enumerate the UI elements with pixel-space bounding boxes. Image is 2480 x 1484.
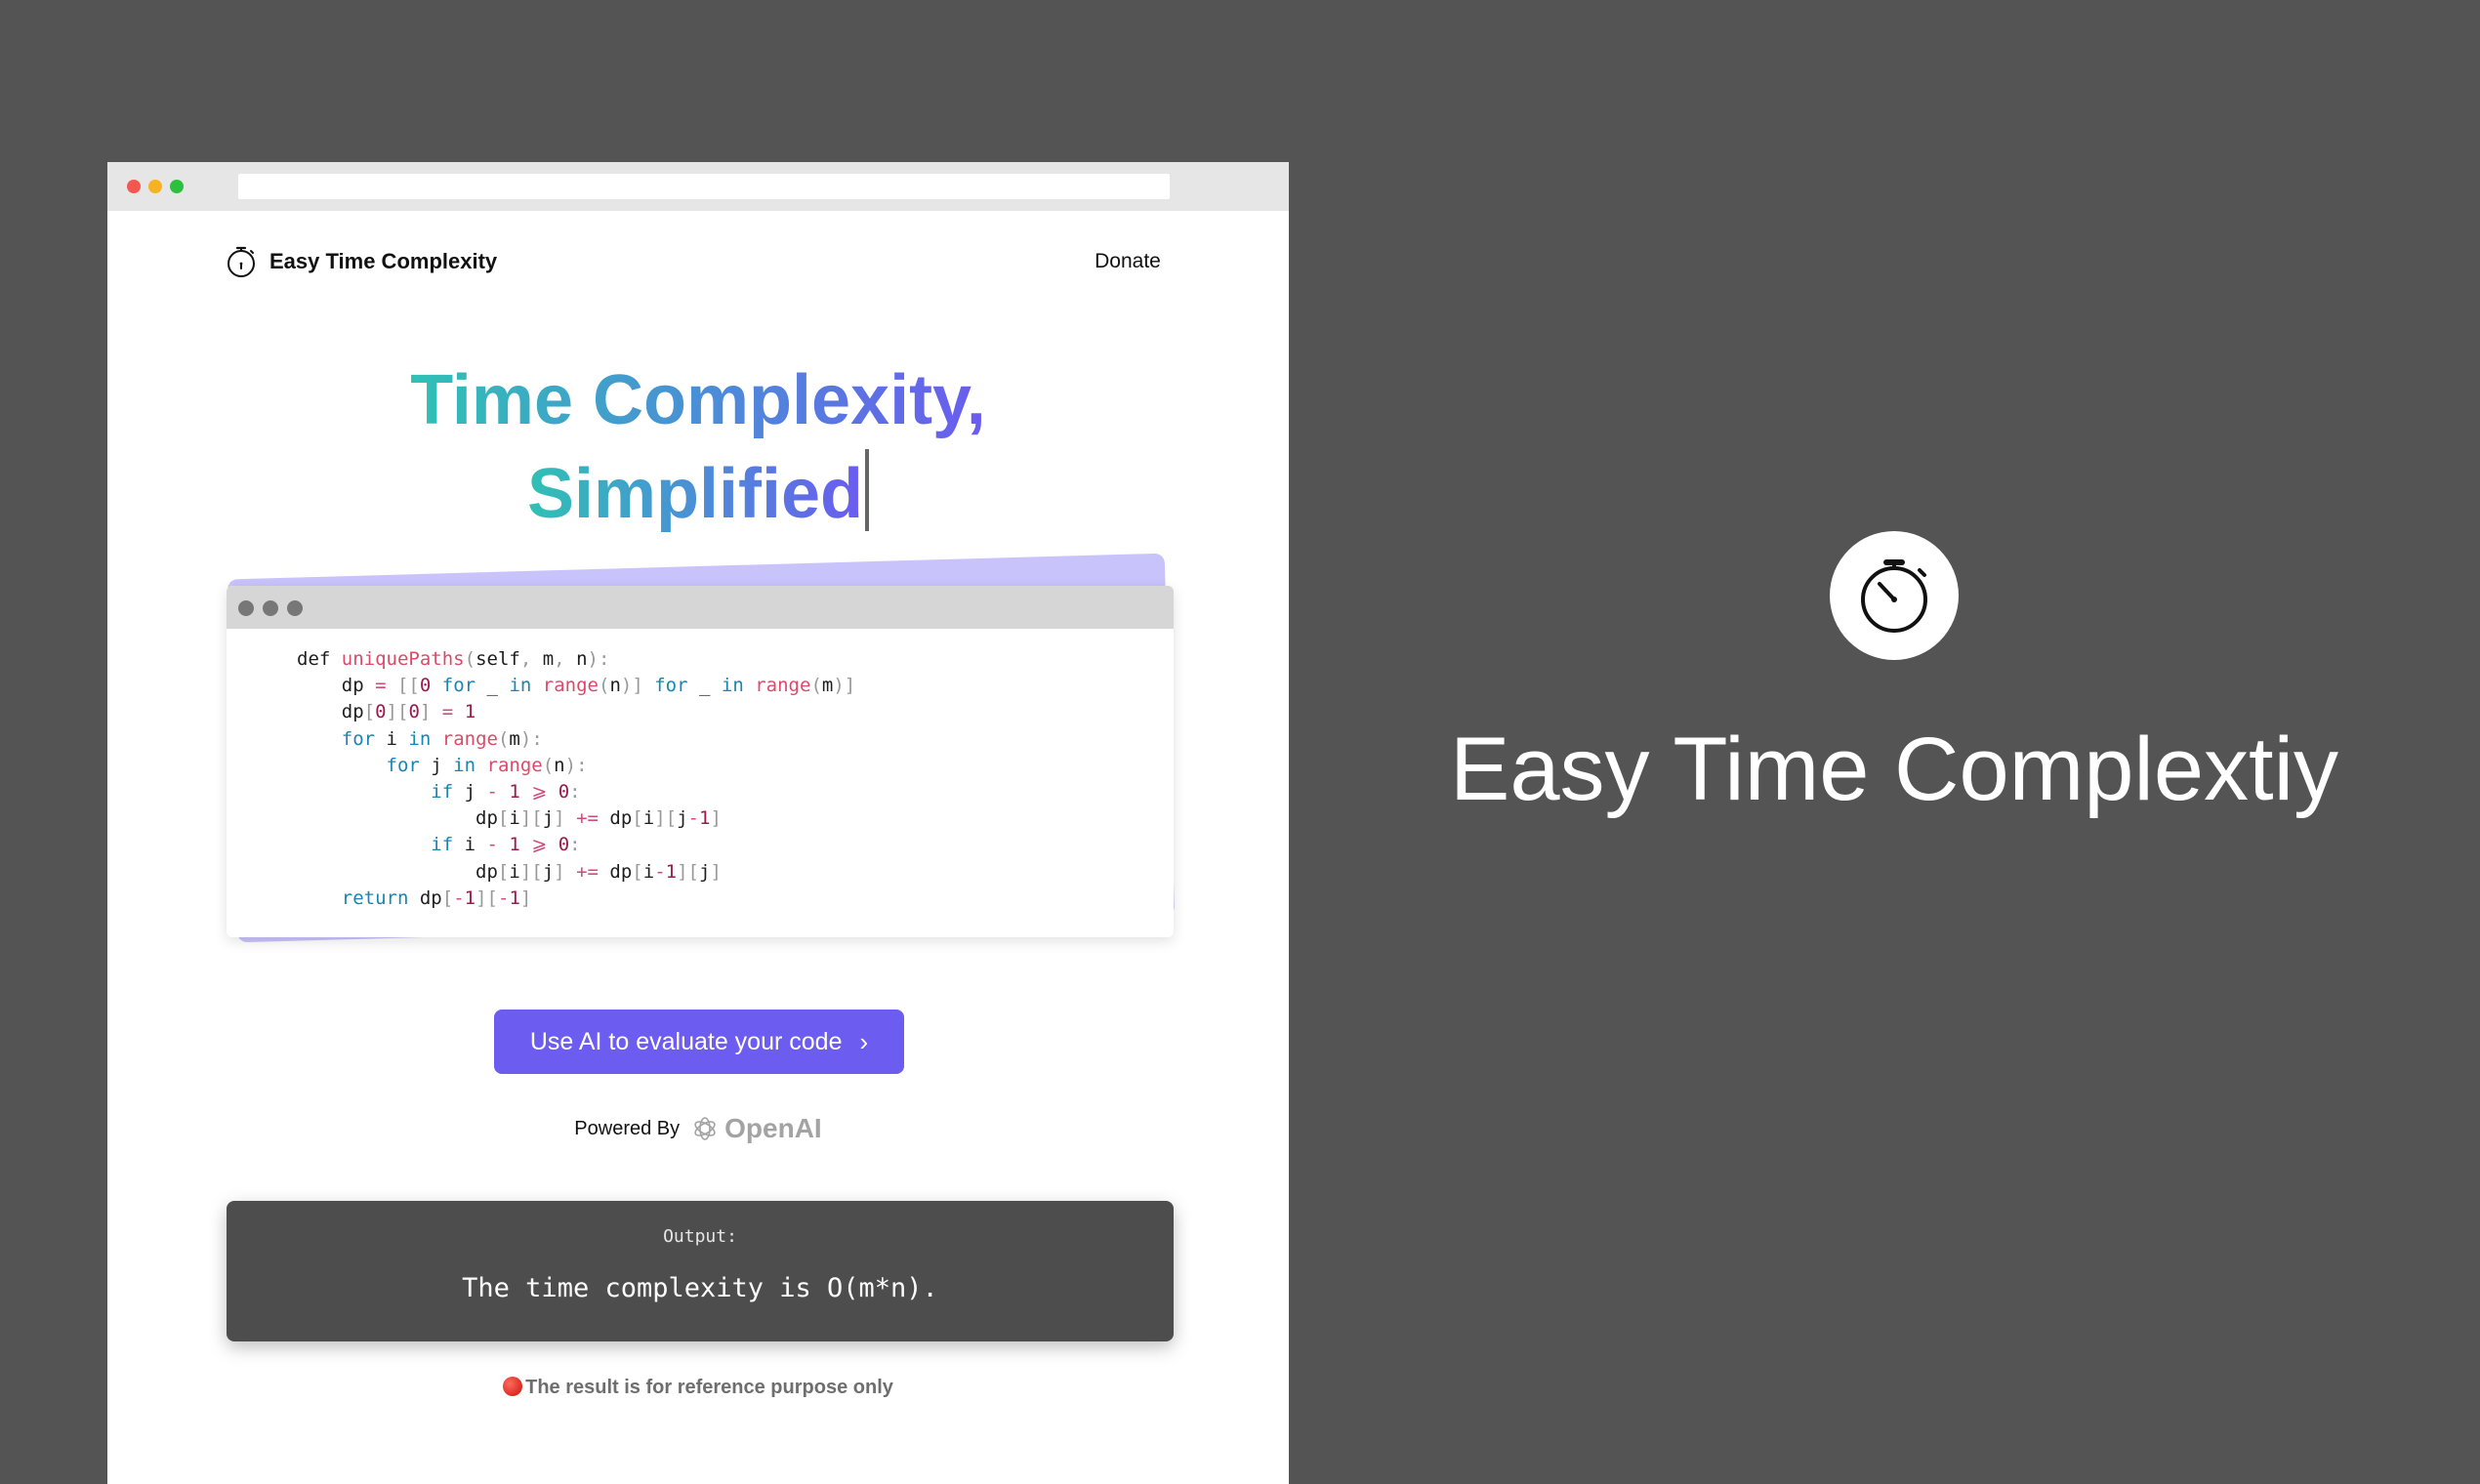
output-result: The time complexity is O(m*n). xyxy=(462,1273,938,1303)
powered-by-label: Powered By xyxy=(574,1117,681,1139)
editor-dot xyxy=(238,600,254,616)
address-bar[interactable] xyxy=(238,174,1170,199)
maximize-window-button[interactable] xyxy=(170,180,184,193)
site-brand[interactable]: Easy Time Complexity xyxy=(269,248,497,275)
code-input[interactable]: def uniquePaths(self, m, n): dp = [[0 fo… xyxy=(297,646,855,912)
hero-title-line-2: Simplified xyxy=(527,447,863,541)
text-cursor xyxy=(865,449,870,531)
brand-title: Easy Time Complextiy xyxy=(1449,720,2339,819)
openai-logo-icon xyxy=(694,1117,716,1140)
output-panel: Output: The time complexity is O(m*n). xyxy=(227,1201,1174,1341)
minimize-window-button[interactable] xyxy=(148,180,162,193)
evaluate-code-button[interactable]: Use AI to evaluate your code › xyxy=(494,1010,904,1074)
disclaimer-text: The result is for reference purpose only xyxy=(525,1377,893,1398)
close-window-button[interactable] xyxy=(127,180,141,193)
brand-logo xyxy=(1830,531,1959,660)
editor-dot xyxy=(263,600,278,616)
powered-by: Powered By OpenAI xyxy=(107,1109,1289,1148)
hero-title-line-1: Time Complexity, xyxy=(410,353,986,447)
stopwatch-icon xyxy=(1861,559,1927,633)
output-label: Output: xyxy=(663,1226,737,1247)
red-circle-icon xyxy=(503,1377,523,1396)
donate-link[interactable]: Donate xyxy=(1084,248,1172,275)
browser-toolbar xyxy=(107,162,1289,211)
browser-window: Easy Time Complexity Donate Time Complex… xyxy=(107,162,1289,1484)
code-editor-titlebar xyxy=(227,586,1174,629)
evaluate-code-button-label: Use AI to evaluate your code xyxy=(529,1027,843,1055)
stopwatch-icon xyxy=(227,246,255,277)
hero-title: Time Complexity, Simplified xyxy=(107,353,1289,541)
openai-wordmark: OpenAI xyxy=(724,1113,822,1143)
code-editor[interactable]: def uniquePaths(self, m, n): dp = [[0 fo… xyxy=(227,586,1174,937)
disclaimer: The result is for reference purpose only xyxy=(107,1377,1289,1399)
editor-dot xyxy=(287,600,303,616)
chevron-right-icon: › xyxy=(859,1027,869,1056)
